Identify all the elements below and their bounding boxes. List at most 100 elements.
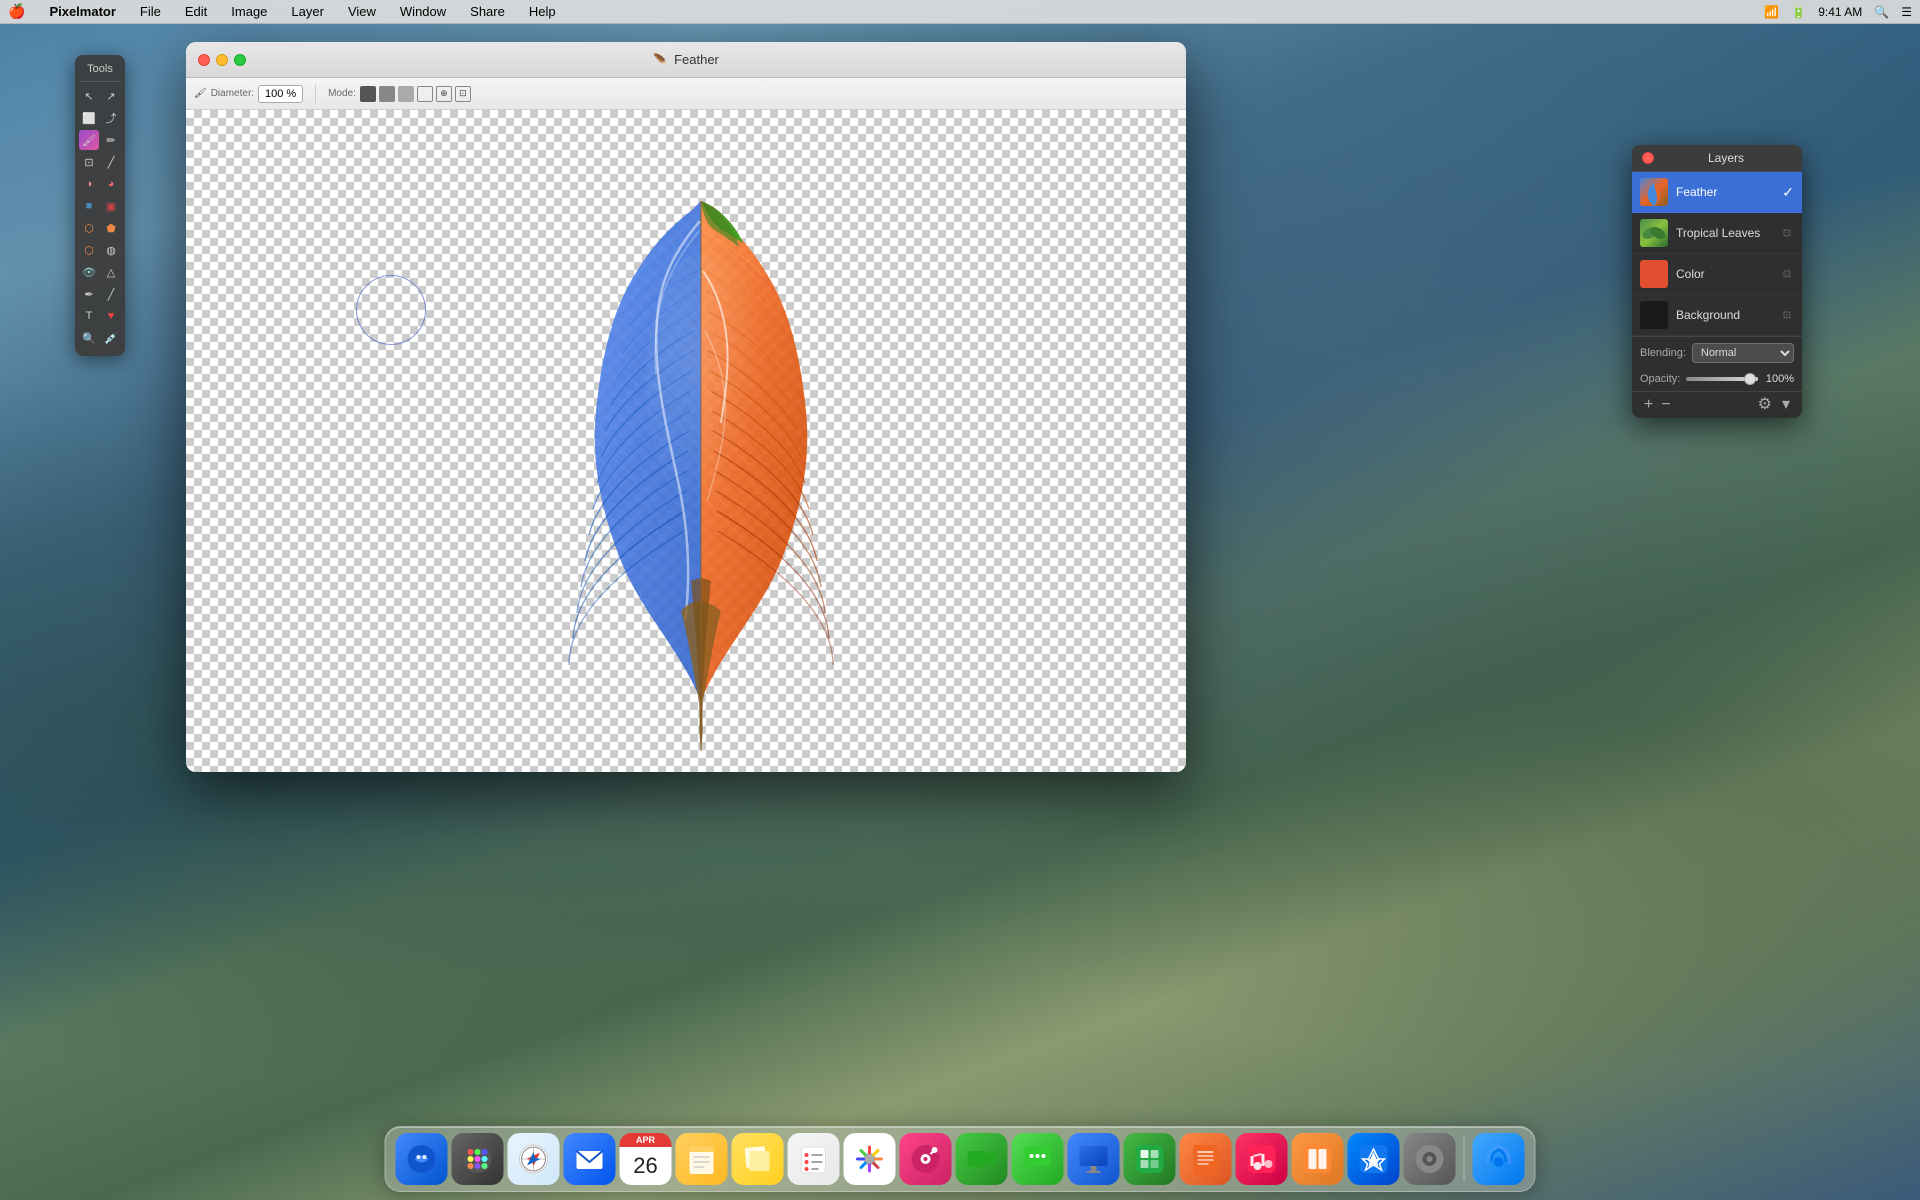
opacity-label: Opacity: xyxy=(1640,373,1680,385)
layer-name-background: Background xyxy=(1676,308,1772,322)
layers-close-button[interactable] xyxy=(1642,152,1654,164)
tool-row-2: ⬜ ⤴ xyxy=(79,108,121,128)
eyedropper-tool[interactable]: 💉 xyxy=(101,328,121,348)
help-menu[interactable]: Help xyxy=(525,4,560,19)
zoom-tool[interactable]: 🔍 xyxy=(79,328,99,348)
tool-row-6: ■ ▣ xyxy=(79,196,121,216)
eye-tool[interactable]: 👁 xyxy=(79,262,99,282)
mode-btn-6[interactable]: ⊡ xyxy=(455,86,471,102)
layer-menu[interactable]: Layer xyxy=(287,4,328,19)
dock-item-notes[interactable] xyxy=(676,1133,728,1185)
layer-menu-button[interactable]: ▾ xyxy=(1778,397,1794,413)
edit-menu[interactable]: Edit xyxy=(181,4,211,19)
mode-buttons: ⊕ ⊡ xyxy=(360,86,471,102)
pen-tool[interactable]: ✒ xyxy=(79,284,99,304)
erase-tool[interactable]: ✏ xyxy=(101,130,121,150)
mode-btn-4[interactable] xyxy=(417,86,433,102)
layer-item-color[interactable]: Color ⊡ xyxy=(1632,254,1802,295)
paint-tool[interactable]: 🖌 xyxy=(79,130,99,150)
mode-btn-3[interactable] xyxy=(398,86,414,102)
close-button[interactable] xyxy=(198,54,210,66)
dock-item-safari[interactable] xyxy=(508,1133,560,1185)
dock-item-keynote[interactable] xyxy=(1068,1133,1120,1185)
opacity-value: 100% xyxy=(1764,373,1794,385)
dodge-tool[interactable]: ◑ xyxy=(79,174,99,194)
dock-item-mail[interactable] xyxy=(564,1133,616,1185)
dock-item-prefs[interactable] xyxy=(1404,1133,1456,1185)
layer-footer-settings: ⚙ ▾ xyxy=(1754,397,1794,413)
fill-tool[interactable]: ⬟ xyxy=(101,218,121,238)
paint-bucket-tool[interactable]: ⬡ xyxy=(79,218,99,238)
minimize-button[interactable] xyxy=(216,54,228,66)
app-name-menu[interactable]: Pixelmator xyxy=(45,4,119,19)
burn-tool[interactable]: ◕ xyxy=(101,174,121,194)
healing-tool[interactable]: ╱ xyxy=(101,152,121,172)
layer-name-tropical: Tropical Leaves xyxy=(1676,226,1772,240)
share-menu[interactable]: Share xyxy=(466,4,509,19)
dock-item-facetime[interactable] xyxy=(956,1133,1008,1185)
layer-name-feather: Feather xyxy=(1676,185,1774,199)
file-menu[interactable]: File xyxy=(136,4,165,19)
gradient-tool[interactable]: ▣ xyxy=(101,196,121,216)
crop-tool[interactable]: ⊡ xyxy=(79,152,99,172)
polygon-tool[interactable]: △ xyxy=(101,262,121,282)
layer-visibility-feather[interactable]: ✓ xyxy=(1782,184,1794,201)
dock-item-airdrop[interactable] xyxy=(1473,1133,1525,1185)
window-menu[interactable]: Window xyxy=(396,4,450,19)
feather-svg xyxy=(551,131,851,751)
dock-item-appstore[interactable] xyxy=(1348,1133,1400,1185)
anchor-tool[interactable]: ╱ xyxy=(101,284,121,304)
opacity-slider[interactable] xyxy=(1686,377,1758,381)
feather-illustration xyxy=(551,131,851,751)
remove-layer-button[interactable]: − xyxy=(1657,397,1674,413)
layer-thumb-feather xyxy=(1640,178,1668,206)
tool-row-11: T ♥ xyxy=(79,306,121,326)
layer-visibility-color[interactable]: ⊡ xyxy=(1780,267,1794,281)
view-menu[interactable]: View xyxy=(344,4,380,19)
tool-row-4: ⊡ ╱ xyxy=(79,152,121,172)
maximize-button[interactable] xyxy=(234,54,246,66)
layer-item-feather[interactable]: Feather ✓ xyxy=(1632,172,1802,213)
layer-item-tropical[interactable]: Tropical Leaves ⊡ xyxy=(1632,213,1802,254)
apple-menu[interactable]: 🍎 xyxy=(8,3,25,20)
cursor-tool[interactable]: ↖ xyxy=(79,86,99,106)
layer-item-background[interactable]: Background ⊡ xyxy=(1632,295,1802,336)
blur-tool[interactable]: ◍ xyxy=(101,240,121,260)
dock-item-numbers[interactable] xyxy=(1124,1133,1176,1185)
mode-btn-2[interactable] xyxy=(379,86,395,102)
dock-item-reminders[interactable] xyxy=(788,1133,840,1185)
dock-item-pages[interactable] xyxy=(1180,1133,1232,1185)
rect-select-tool[interactable]: ⬜ xyxy=(79,108,99,128)
dock-item-launchpad[interactable] xyxy=(452,1133,504,1185)
mode-btn-1[interactable] xyxy=(360,86,376,102)
dock-item-messages[interactable] xyxy=(1012,1133,1064,1185)
lasso-tool[interactable]: ⤴ xyxy=(101,108,121,128)
shape-tool[interactable]: ♥ xyxy=(101,306,121,326)
dock-item-stickies[interactable] xyxy=(732,1133,784,1185)
text-tool[interactable]: T xyxy=(79,306,99,326)
dock-item-itunes[interactable] xyxy=(900,1133,952,1185)
tool-row-7: ⬡ ⬟ xyxy=(79,218,121,238)
canvas-area[interactable] xyxy=(186,110,1186,772)
image-menu[interactable]: Image xyxy=(227,4,271,19)
mode-btn-5[interactable]: ⊕ xyxy=(436,86,452,102)
layer-thumb-tropical xyxy=(1640,219,1668,247)
dock-item-calendar[interactable]: APR 26 xyxy=(620,1133,672,1185)
select-tool[interactable]: ↗ xyxy=(101,86,121,106)
add-layer-button[interactable]: + xyxy=(1640,397,1657,413)
search-icon[interactable]: 🔍 xyxy=(1874,5,1889,19)
layer-settings-button[interactable]: ⚙ xyxy=(1754,397,1776,413)
dock-item-finder[interactable] xyxy=(396,1133,448,1185)
layer-visibility-background[interactable]: ⊡ xyxy=(1780,308,1794,322)
diameter-input[interactable] xyxy=(258,85,303,103)
dock-item-photos[interactable] xyxy=(844,1133,896,1185)
color-picker-tool[interactable]: ■ xyxy=(79,196,99,216)
layers-footer: + − ⚙ ▾ xyxy=(1632,391,1802,418)
notifications-icon[interactable]: ☰ xyxy=(1901,5,1912,19)
dock-item-music[interactable] xyxy=(1236,1133,1288,1185)
dock-item-ibooks[interactable] xyxy=(1292,1133,1344,1185)
blending-select[interactable]: Normal Multiply Screen Overlay xyxy=(1692,343,1794,363)
layer-visibility-tropical[interactable]: ⊡ xyxy=(1780,226,1794,240)
canvas-title: 🪶 Feather xyxy=(653,52,719,67)
smudge-tool[interactable]: ⬡ xyxy=(79,240,99,260)
